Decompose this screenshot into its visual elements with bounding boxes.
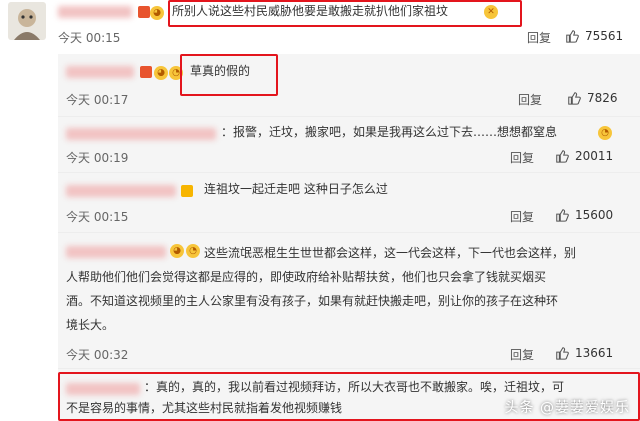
vip-badge-icon	[181, 185, 193, 197]
comment-time: 今天 00:15	[66, 210, 129, 224]
thumb-up-icon	[568, 92, 581, 105]
sub-comment-area	[58, 54, 640, 421]
thumb-up-icon	[556, 347, 569, 360]
thumb-up-icon	[566, 30, 579, 43]
divider	[58, 116, 640, 117]
comment-line: 人帮助他们他们会觉得这都是应得的，即使政府给补贴帮扶贫，他们也只会拿了钱就买烟买	[66, 270, 547, 284]
comment-time: 今天 00:32	[66, 348, 129, 362]
like-count: 20011	[575, 149, 614, 163]
emoji-icon: ◔	[598, 126, 612, 140]
comment-text: 连祖坟一起迁走吧 这种日子怎么过	[204, 182, 388, 196]
thumb-up-icon	[556, 209, 569, 222]
vip-badge-icon	[138, 6, 150, 18]
like-count: 15600	[575, 208, 614, 222]
like-count: 13661	[575, 346, 614, 360]
emoji-icon: ◕	[154, 66, 168, 80]
avatar[interactable]	[8, 2, 46, 40]
divider	[58, 232, 640, 233]
username-blurred[interactable]	[66, 128, 216, 140]
username-blurred[interactable]	[66, 185, 176, 197]
highlight-box	[168, 0, 522, 27]
reply-button[interactable]: 回复	[527, 29, 551, 46]
username-blurred[interactable]	[66, 66, 134, 78]
thumb-up-icon	[556, 150, 569, 163]
username-blurred[interactable]	[58, 6, 132, 18]
like-count: 7826	[587, 91, 618, 105]
divider	[58, 368, 640, 369]
comment-time: 今天 00:15	[58, 31, 121, 45]
highlight-box	[180, 54, 278, 96]
divider	[58, 172, 640, 173]
reply-button[interactable]: 回复	[510, 149, 534, 166]
reply-button[interactable]: 回复	[510, 208, 534, 225]
reply-button[interactable]: 回复	[510, 346, 534, 363]
comment-line: 这些流氓恶棍生生世世都会这样，这一代会这样，下一代也会这样，别	[204, 246, 577, 260]
comment-body: 这些流氓恶棍生生世世都会这样，这一代会这样，下一代也会这样，别 人帮助他们他们会…	[66, 241, 636, 337]
reply-button[interactable]: 回复	[518, 91, 542, 108]
watermark: 头条 @萋萋爱娱乐	[504, 400, 630, 416]
comment-time: 今天 00:17	[66, 93, 129, 107]
like-button[interactable]: 13661	[555, 346, 613, 360]
comment-text: ：报警，迁坟，搬家吧，如果是我再这么过下去……想想都窒息	[221, 125, 558, 139]
like-button[interactable]: 75561	[565, 29, 623, 43]
like-count: 75561	[585, 29, 624, 43]
like-button[interactable]: 15600	[555, 208, 613, 222]
comment-time: 今天 00:19	[66, 151, 129, 165]
like-button[interactable]: 20011	[555, 149, 613, 163]
like-button[interactable]: 7826	[567, 91, 618, 105]
emoji-icon: ◕	[150, 6, 164, 20]
comment-line: 境长大。	[66, 318, 115, 332]
vip-badge-icon	[140, 66, 152, 78]
comment-line: 酒。不知道这视频里的主人公家里有没有孩子，如果有就赶快搬走吧，别让你的孩子在这种…	[66, 294, 559, 308]
